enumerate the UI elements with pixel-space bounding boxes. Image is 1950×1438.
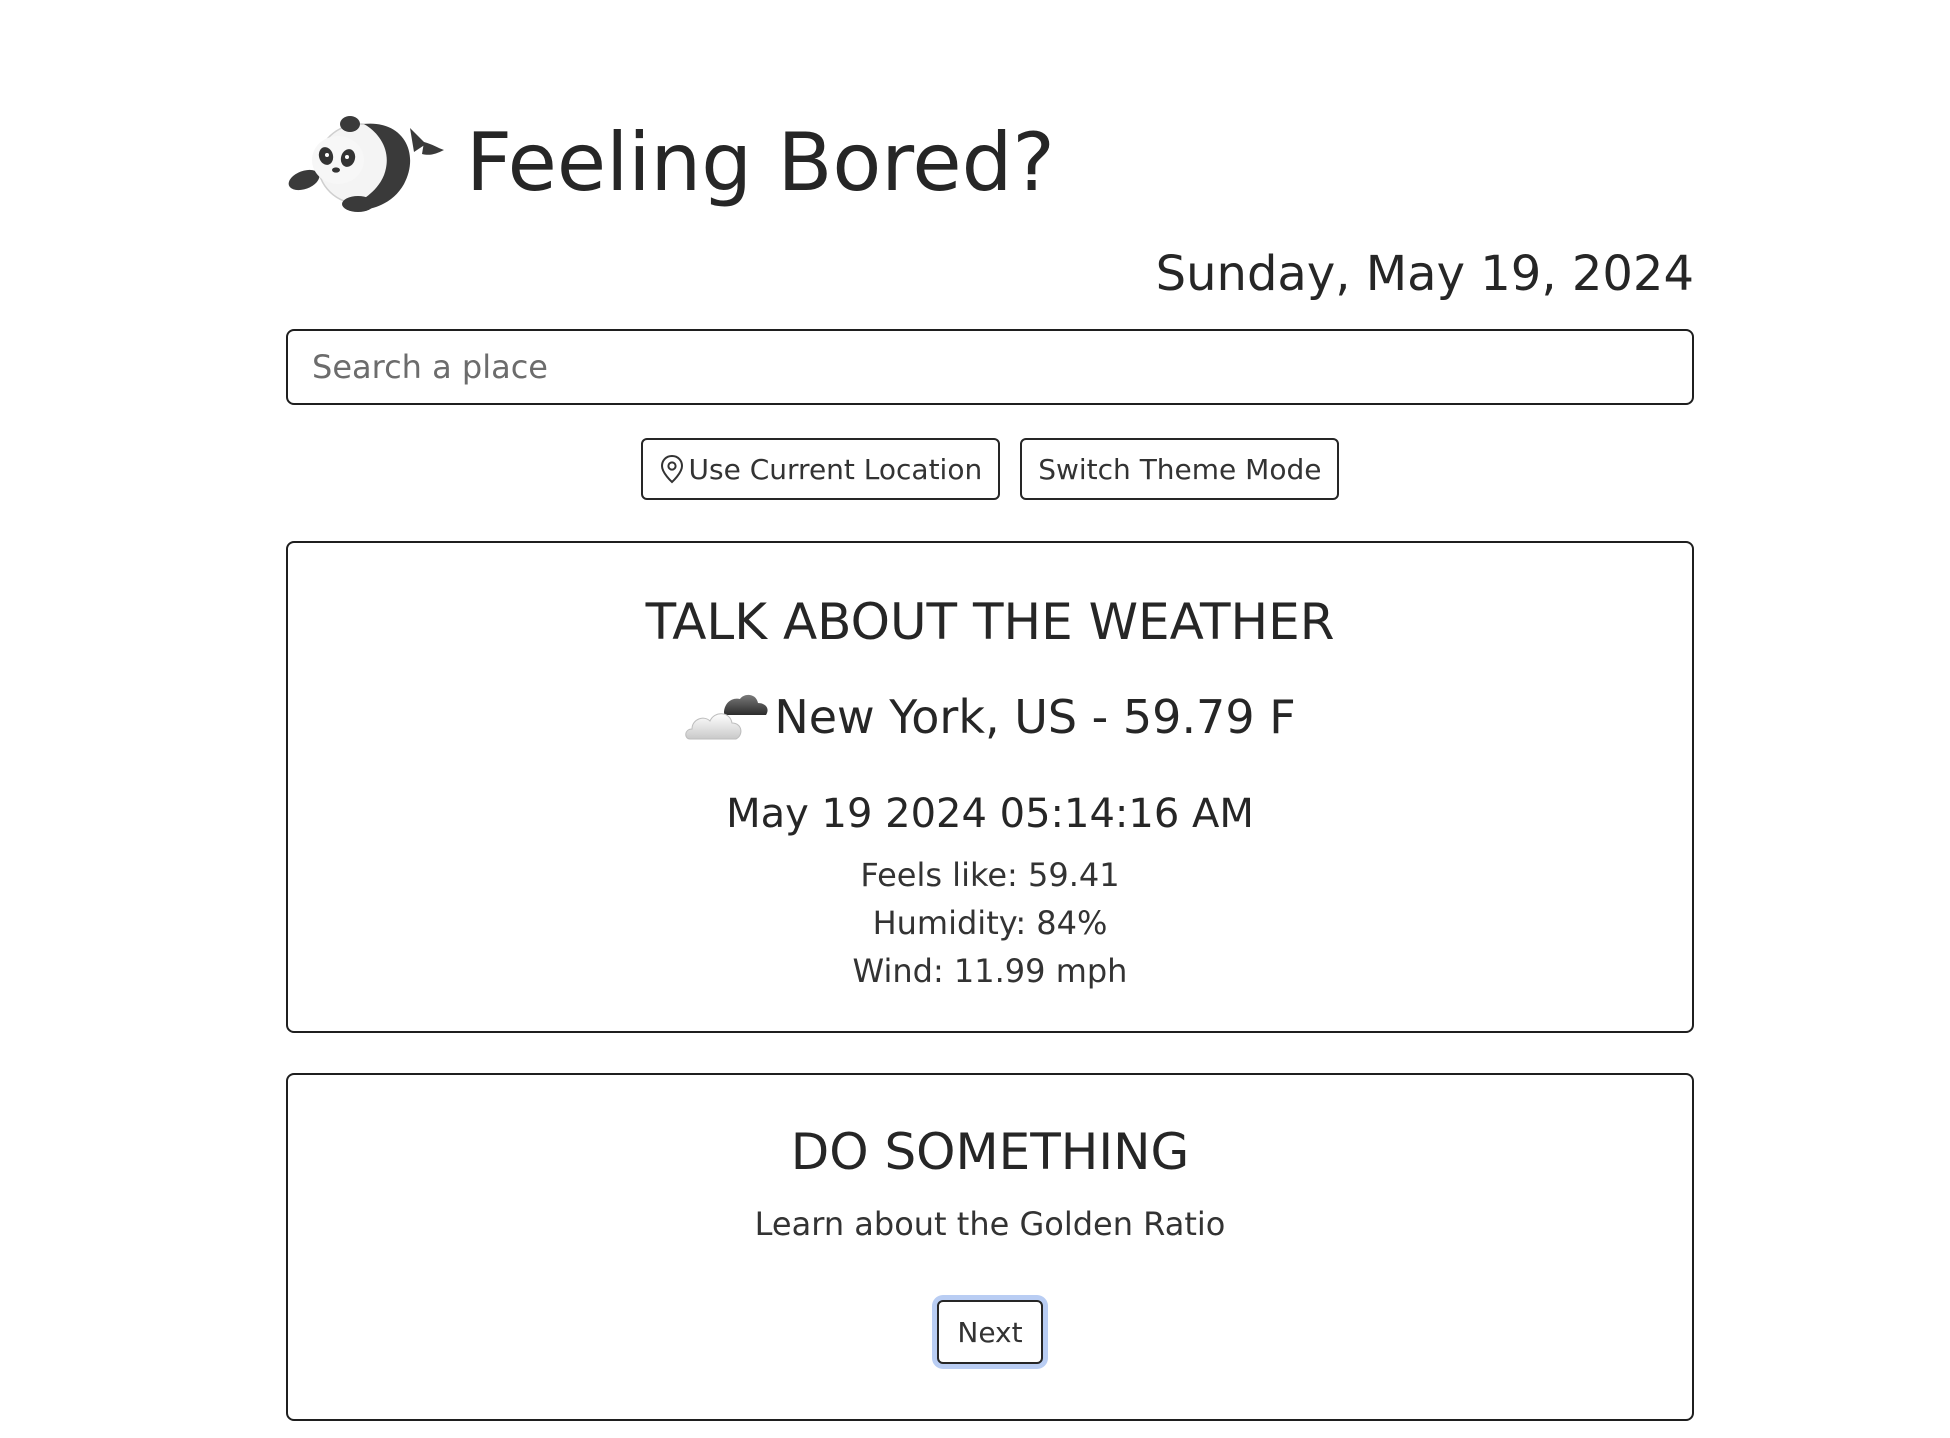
wind-speed: Wind: 11.99 mph [852, 952, 1128, 990]
feels-like: Feels like: 59.41 [860, 856, 1120, 894]
app-title: Feeling Bored? [466, 116, 1055, 209]
search-input[interactable] [286, 329, 1694, 405]
activity-suggestion: Learn about the Golden Ratio [754, 1205, 1226, 1243]
next-button[interactable]: Next [937, 1300, 1043, 1364]
activity-card-title: DO SOMETHING [790, 1123, 1190, 1181]
partly-cloudy-icon [685, 694, 768, 740]
weather-card: TALK ABOUT THE WEATHER New York, US - 59… [286, 541, 1694, 1033]
action-buttons: Use Current Location Switch Theme Mode [286, 438, 1694, 500]
humidity: Humidity: 84% [872, 904, 1108, 942]
weather-datetime: May 19 2024 05:14:16 AM [726, 791, 1254, 837]
current-date: Sunday, May 19, 2024 [1155, 246, 1694, 302]
use-current-location-button[interactable]: Use Current Location [640, 438, 1001, 500]
weather-card-title: TALK ABOUT THE WEATHER [645, 593, 1335, 651]
header: Feeling Bored? [286, 108, 1055, 218]
weather-location-temp: New York, US - 59.79 F [774, 690, 1296, 744]
panda-icon [288, 116, 444, 212]
map-pin-icon [660, 454, 683, 484]
activity-card: DO SOMETHING Learn about the Golden Rati… [286, 1073, 1694, 1421]
use-current-location-label: Use Current Location [688, 452, 983, 486]
weather-location-line: New York, US - 59.79 F [288, 689, 1692, 745]
switch-theme-button[interactable]: Switch Theme Mode [1020, 438, 1340, 500]
next-button-wrap: Next [288, 1300, 1692, 1364]
